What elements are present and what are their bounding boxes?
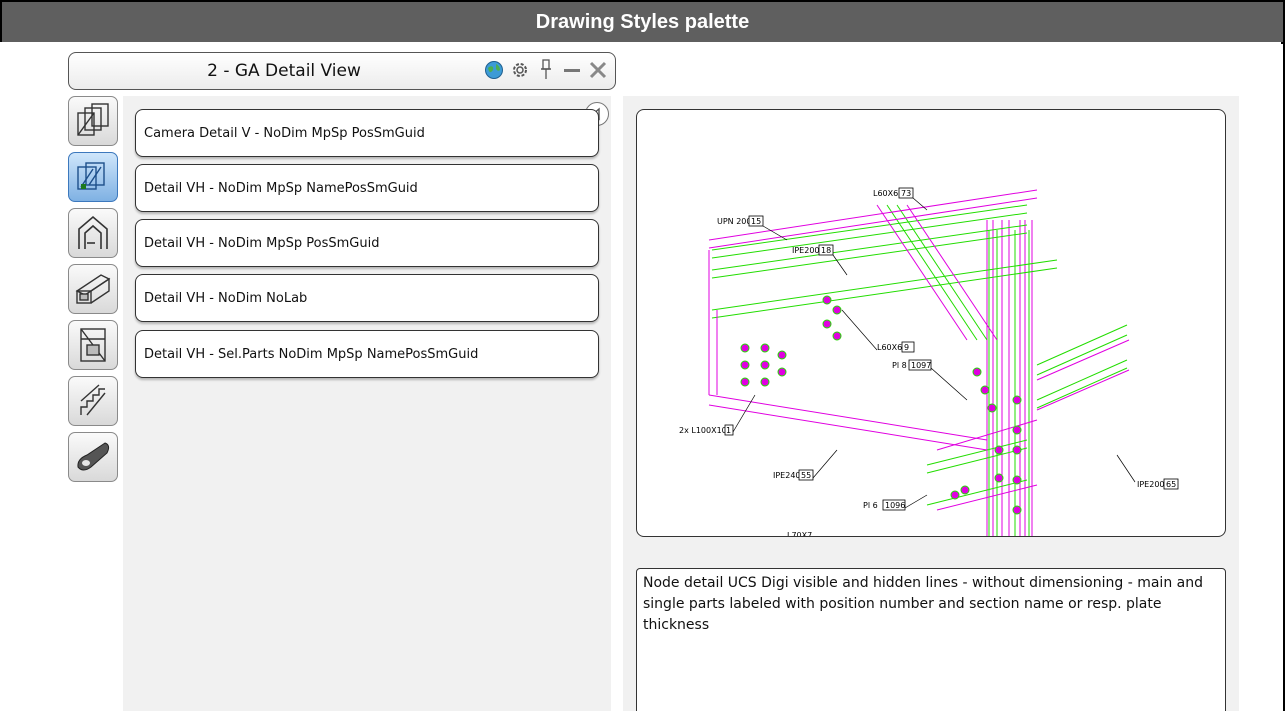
style-list-item[interactable]: Detail VH - NoDim NoLab [135, 274, 599, 322]
plate-part-tool-icon[interactable] [68, 432, 118, 482]
frame-panel-tool-icon[interactable] [68, 320, 118, 370]
label-l60x6-73: L60X6 [873, 189, 898, 198]
pin-icon[interactable] [535, 57, 557, 83]
building-frame-tool-icon[interactable] [68, 208, 118, 258]
tool-strip [68, 96, 120, 711]
svg-text:2x L100X10: 2x L100X10 [679, 426, 727, 435]
svg-text:L60X6: L60X6 [877, 343, 902, 352]
svg-text:IPE240: IPE240 [773, 471, 801, 480]
svg-text:73: 73 [901, 189, 911, 198]
general-arrangement-tool-icon[interactable] [68, 96, 118, 146]
svg-text:UPN 200: UPN 200 [717, 217, 751, 226]
window-title: Drawing Styles palette [535, 10, 750, 33]
globe-icon[interactable] [483, 57, 505, 83]
svg-text:IPE200: IPE200 [792, 246, 820, 255]
svg-text:L70X7: L70X7 [787, 531, 812, 536]
drawing-preview: L60X6 73 UPN 200 15 IPE200 18 L60X6 9 Pl… [636, 109, 1226, 537]
style-list-item[interactable]: Detail VH - NoDim MpSp NamePosSmGuid [135, 164, 599, 212]
beam-section-tool-icon[interactable] [68, 264, 118, 314]
style-list-item[interactable]: Detail VH - NoDim MpSp PosSmGuid [135, 219, 599, 267]
gear-icon[interactable] [509, 57, 531, 83]
svg-text:65: 65 [1166, 480, 1176, 489]
style-list-item[interactable]: Camera Detail V - NoDim MpSp PosSmGuid [135, 109, 599, 157]
svg-text:55: 55 [801, 471, 811, 480]
steel-connection-drawing: L60X6 73 UPN 200 15 IPE200 18 L60X6 9 Pl… [679, 187, 1179, 536]
header-icons [483, 57, 609, 83]
style-description[interactable]: Node detail UCS Digi visible and hidden … [636, 568, 1226, 711]
minimize-icon[interactable] [561, 57, 583, 83]
svg-text:1097: 1097 [911, 361, 931, 370]
window-title-bar: Drawing Styles palette [2, 2, 1283, 44]
svg-text:9: 9 [904, 343, 909, 352]
svg-text:1096: 1096 [885, 501, 905, 510]
svg-text:18: 18 [821, 246, 831, 255]
svg-text:IPE200: IPE200 [1137, 480, 1165, 489]
staircase-tool-icon[interactable] [68, 376, 118, 426]
detail-view-tool-icon[interactable] [68, 152, 118, 202]
svg-text:Pl 6: Pl 6 [863, 501, 878, 510]
palette-header: 2 - GA Detail View [68, 52, 616, 90]
svg-text:1: 1 [726, 426, 731, 435]
style-list-item[interactable]: Detail VH - Sel.Parts NoDim MpSp NamePos… [135, 330, 599, 378]
close-icon[interactable] [587, 57, 609, 83]
svg-text:15: 15 [751, 217, 761, 226]
palette-content: 2 - GA Detail View Camera Detail V - NoD… [0, 42, 1281, 711]
svg-text:Pl 8: Pl 8 [892, 361, 907, 370]
palette-title[interactable]: 2 - GA Detail View [69, 61, 499, 81]
